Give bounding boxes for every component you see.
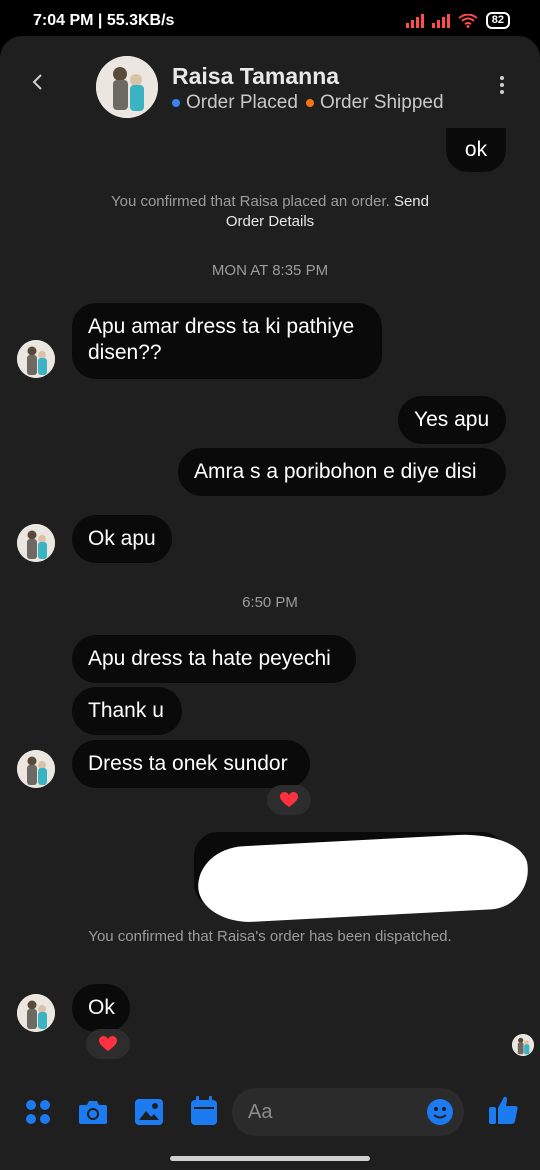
- redaction-mark: [196, 831, 530, 925]
- seen-avatar: [512, 1034, 534, 1056]
- reaction-badge[interactable]: [267, 785, 311, 815]
- wifi-icon: [458, 13, 478, 28]
- camera-icon[interactable]: [78, 1098, 108, 1126]
- order-shipped-dot: [305, 99, 314, 107]
- message-placeholder: Aa: [248, 1101, 273, 1123]
- status-bar: 7:04 PM | 55.3KB/s 82: [0, 0, 540, 40]
- received-message[interactable]: Apu amar dress ta ki pathiye disen??: [72, 303, 382, 379]
- like-icon[interactable]: [488, 1094, 520, 1126]
- apps-icon[interactable]: [24, 1098, 52, 1126]
- order-tags: Order Placed Order Shipped: [172, 92, 444, 114]
- sent-message[interactable]: Amra s a poribohon e diye disi: [178, 448, 506, 496]
- timestamp: 6:50 PM: [242, 594, 298, 611]
- contact-avatar[interactable]: [96, 56, 158, 118]
- order-placed-tag[interactable]: Order Placed: [186, 92, 298, 114]
- received-message[interactable]: Dress ta onek sundor: [72, 740, 310, 788]
- send-link[interactable]: Send: [394, 193, 429, 210]
- contact-name: Raisa Tamanna: [172, 63, 340, 89]
- system-message-dispatched: You confirmed that Raisa's order has bee…: [88, 928, 452, 945]
- signal-icon-2: [431, 13, 450, 28]
- sent-message[interactable]: ok: [446, 128, 506, 172]
- home-indicator[interactable]: [170, 1156, 370, 1161]
- battery-indicator: 82: [485, 12, 510, 29]
- sender-avatar: [17, 994, 55, 1032]
- received-message[interactable]: Thank u: [72, 687, 182, 735]
- sender-avatar: [17, 750, 55, 788]
- message-input[interactable]: Aa: [232, 1088, 464, 1136]
- order-shipped-tag[interactable]: Order Shipped: [320, 92, 444, 114]
- chat-header: Raisa Tamanna Order Placed Order Shipped: [0, 36, 540, 132]
- sender-avatar: [17, 524, 55, 562]
- heart-icon: [99, 1036, 117, 1051]
- gallery-icon[interactable]: [134, 1098, 164, 1126]
- received-message[interactable]: Ok apu: [72, 515, 172, 563]
- received-message[interactable]: Apu dress ta hate peyechi: [72, 635, 356, 683]
- sender-avatar: [17, 340, 55, 378]
- heart-icon: [280, 792, 298, 807]
- signal-icon: [405, 13, 424, 28]
- chat-screen: Raisa Tamanna Order Placed Order Shipped…: [0, 36, 540, 1170]
- order-details-link[interactable]: Order Details: [226, 213, 314, 230]
- sent-message[interactable]: Yes apu: [398, 396, 506, 444]
- calendar-icon[interactable]: [190, 1096, 218, 1126]
- emoji-icon[interactable]: [426, 1098, 454, 1126]
- system-text: You confirmed that Raisa placed an order…: [110, 193, 390, 210]
- reaction-badge[interactable]: [86, 1029, 130, 1059]
- order-placed-dot: [172, 99, 180, 107]
- status-time: 7:04 PM | 55.3KB/s: [33, 12, 175, 29]
- system-message-order-placed: You confirmed that Raisa placed an order…: [0, 192, 540, 232]
- timestamp: MON AT 8:35 PM: [211, 262, 329, 279]
- status-icons: 82: [405, 12, 510, 29]
- received-message[interactable]: Ok: [72, 984, 130, 1032]
- back-icon[interactable]: [30, 74, 46, 90]
- more-icon[interactable]: [500, 76, 504, 97]
